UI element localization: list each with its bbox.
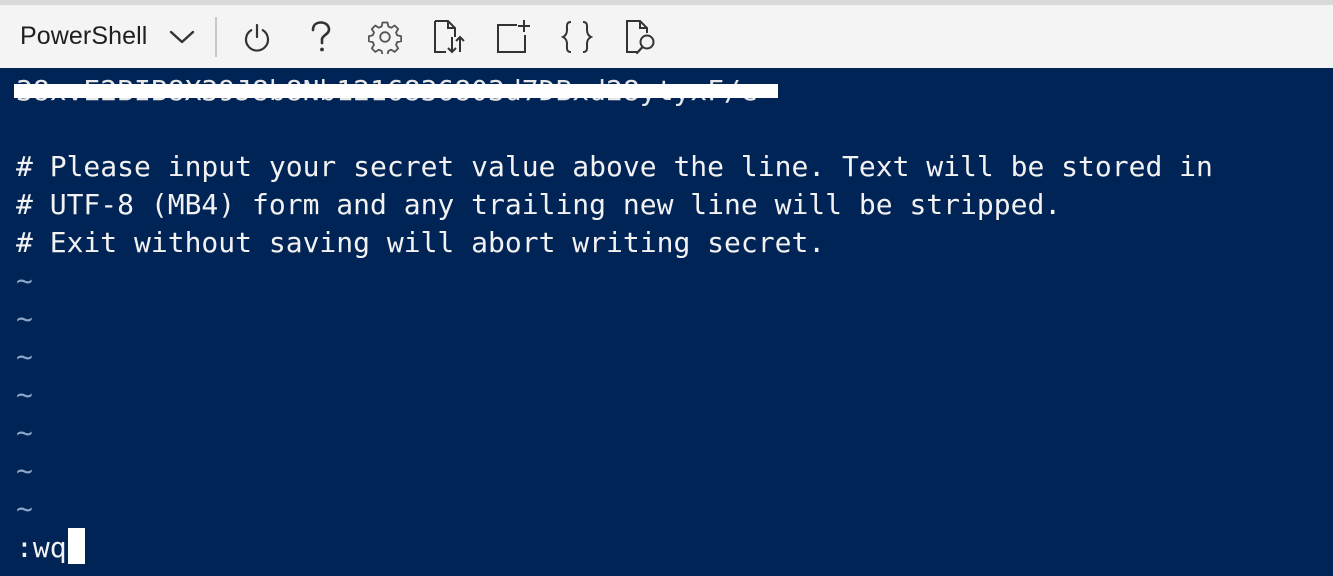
- toolbar: PowerShell: [0, 5, 1333, 68]
- command-line[interactable]: :wq: [16, 528, 85, 567]
- comment-line: # Please input your secret value above t…: [16, 150, 1213, 183]
- text-cursor: [67, 528, 85, 564]
- empty-line-tilde: ~: [16, 416, 33, 449]
- upload-download-icon: [432, 19, 466, 55]
- empty-line-tilde: ~: [16, 302, 33, 335]
- chevron-down-icon: [169, 24, 195, 50]
- shell-label: PowerShell: [20, 22, 148, 50]
- toolbar-separator: [215, 16, 218, 57]
- empty-line-tilde: ~: [16, 378, 33, 411]
- settings-button[interactable]: [353, 5, 417, 68]
- cloud-shell-window: PowerShell # Please input your secret va…: [0, 0, 1333, 576]
- editor-button[interactable]: [545, 5, 609, 68]
- comment-line: # Exit without saving will abort writing…: [16, 226, 826, 259]
- restart-button[interactable]: [225, 5, 289, 68]
- empty-line-tilde: ~: [16, 264, 33, 297]
- power-icon: [242, 22, 272, 52]
- shell-selector[interactable]: PowerShell: [0, 5, 215, 68]
- terminal-pane[interactable]: [0, 68, 1333, 576]
- empty-line-tilde: ~: [16, 340, 33, 373]
- empty-line-tilde: ~: [16, 492, 33, 525]
- new-session-icon: [495, 19, 531, 55]
- web-preview-button[interactable]: [609, 5, 673, 68]
- empty-line-tilde: ~: [16, 454, 33, 487]
- web-preview-icon: [624, 19, 658, 55]
- new-session-button[interactable]: [481, 5, 545, 68]
- braces-icon: [561, 20, 594, 54]
- redaction-bar: [14, 84, 778, 98]
- gear-icon: [368, 20, 403, 54]
- help-button[interactable]: [289, 5, 353, 68]
- command-text: :wq: [16, 531, 67, 564]
- comment-line: # UTF-8 (MB4) form and any trailing new …: [16, 188, 1062, 221]
- upload-download-button[interactable]: [417, 5, 481, 68]
- help-icon: [309, 20, 333, 53]
